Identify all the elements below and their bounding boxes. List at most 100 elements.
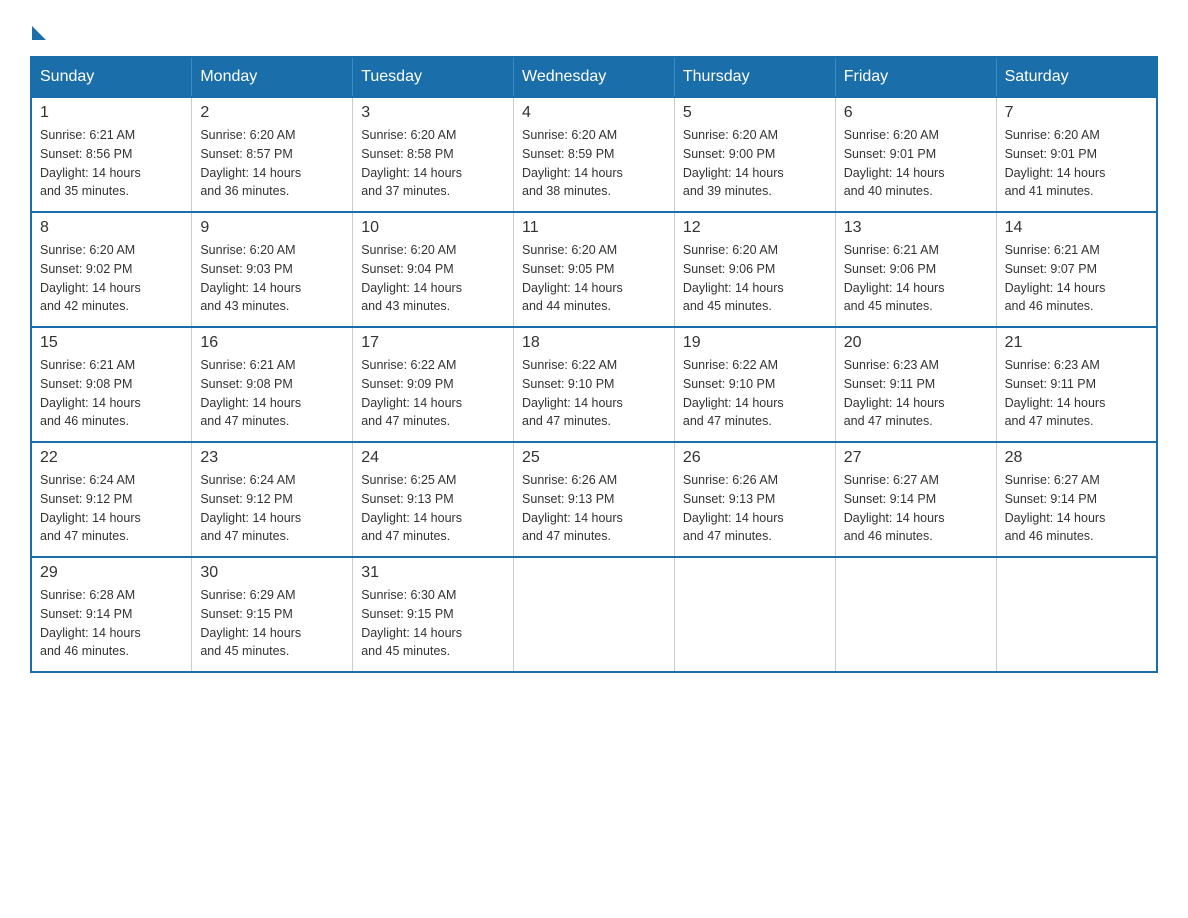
- day-info: Sunrise: 6:20 AMSunset: 9:06 PMDaylight:…: [683, 243, 784, 313]
- calendar-cell: 8 Sunrise: 6:20 AMSunset: 9:02 PMDayligh…: [31, 212, 192, 327]
- calendar-cell: [996, 557, 1157, 672]
- day-info: Sunrise: 6:26 AMSunset: 9:13 PMDaylight:…: [683, 473, 784, 543]
- calendar-cell: 19 Sunrise: 6:22 AMSunset: 9:10 PMDaylig…: [674, 327, 835, 442]
- calendar-cell: 30 Sunrise: 6:29 AMSunset: 9:15 PMDaylig…: [192, 557, 353, 672]
- calendar-week-row: 22 Sunrise: 6:24 AMSunset: 9:12 PMDaylig…: [31, 442, 1157, 557]
- day-info: Sunrise: 6:20 AMSunset: 9:01 PMDaylight:…: [844, 128, 945, 198]
- day-info: Sunrise: 6:28 AMSunset: 9:14 PMDaylight:…: [40, 588, 141, 658]
- day-number: 2: [200, 104, 344, 122]
- day-number: 4: [522, 104, 666, 122]
- day-info: Sunrise: 6:21 AMSunset: 8:56 PMDaylight:…: [40, 128, 141, 198]
- calendar-cell: 16 Sunrise: 6:21 AMSunset: 9:08 PMDaylig…: [192, 327, 353, 442]
- calendar-cell: 26 Sunrise: 6:26 AMSunset: 9:13 PMDaylig…: [674, 442, 835, 557]
- day-info: Sunrise: 6:20 AMSunset: 9:05 PMDaylight:…: [522, 243, 623, 313]
- day-number: 6: [844, 104, 988, 122]
- day-info: Sunrise: 6:20 AMSunset: 9:02 PMDaylight:…: [40, 243, 141, 313]
- calendar-cell: 18 Sunrise: 6:22 AMSunset: 9:10 PMDaylig…: [514, 327, 675, 442]
- day-number: 23: [200, 449, 344, 467]
- calendar-cell: 23 Sunrise: 6:24 AMSunset: 9:12 PMDaylig…: [192, 442, 353, 557]
- calendar-cell: 3 Sunrise: 6:20 AMSunset: 8:58 PMDayligh…: [353, 97, 514, 212]
- calendar-table: SundayMondayTuesdayWednesdayThursdayFrid…: [30, 56, 1158, 673]
- calendar-cell: 24 Sunrise: 6:25 AMSunset: 9:13 PMDaylig…: [353, 442, 514, 557]
- day-info: Sunrise: 6:22 AMSunset: 9:10 PMDaylight:…: [683, 358, 784, 428]
- day-header-friday: Friday: [835, 57, 996, 97]
- calendar-cell: 27 Sunrise: 6:27 AMSunset: 9:14 PMDaylig…: [835, 442, 996, 557]
- calendar-cell: 28 Sunrise: 6:27 AMSunset: 9:14 PMDaylig…: [996, 442, 1157, 557]
- day-number: 28: [1005, 449, 1148, 467]
- day-info: Sunrise: 6:20 AMSunset: 9:00 PMDaylight:…: [683, 128, 784, 198]
- day-number: 20: [844, 334, 988, 352]
- day-number: 1: [40, 104, 183, 122]
- day-number: 21: [1005, 334, 1148, 352]
- day-number: 14: [1005, 219, 1148, 237]
- calendar-cell: 11 Sunrise: 6:20 AMSunset: 9:05 PMDaylig…: [514, 212, 675, 327]
- calendar-cell: [835, 557, 996, 672]
- calendar-cell: 10 Sunrise: 6:20 AMSunset: 9:04 PMDaylig…: [353, 212, 514, 327]
- day-info: Sunrise: 6:21 AMSunset: 9:07 PMDaylight:…: [1005, 243, 1106, 313]
- day-number: 9: [200, 219, 344, 237]
- calendar-cell: 17 Sunrise: 6:22 AMSunset: 9:09 PMDaylig…: [353, 327, 514, 442]
- calendar-cell: 9 Sunrise: 6:20 AMSunset: 9:03 PMDayligh…: [192, 212, 353, 327]
- day-info: Sunrise: 6:20 AMSunset: 8:59 PMDaylight:…: [522, 128, 623, 198]
- day-number: 16: [200, 334, 344, 352]
- calendar-header-row: SundayMondayTuesdayWednesdayThursdayFrid…: [31, 57, 1157, 97]
- day-info: Sunrise: 6:29 AMSunset: 9:15 PMDaylight:…: [200, 588, 301, 658]
- day-number: 26: [683, 449, 827, 467]
- page-header: [30, 20, 1158, 36]
- day-number: 7: [1005, 104, 1148, 122]
- day-number: 15: [40, 334, 183, 352]
- day-info: Sunrise: 6:20 AMSunset: 9:01 PMDaylight:…: [1005, 128, 1106, 198]
- day-number: 10: [361, 219, 505, 237]
- calendar-cell: 25 Sunrise: 6:26 AMSunset: 9:13 PMDaylig…: [514, 442, 675, 557]
- day-info: Sunrise: 6:21 AMSunset: 9:08 PMDaylight:…: [200, 358, 301, 428]
- day-info: Sunrise: 6:21 AMSunset: 9:06 PMDaylight:…: [844, 243, 945, 313]
- day-number: 12: [683, 219, 827, 237]
- calendar-week-row: 8 Sunrise: 6:20 AMSunset: 9:02 PMDayligh…: [31, 212, 1157, 327]
- calendar-cell: 6 Sunrise: 6:20 AMSunset: 9:01 PMDayligh…: [835, 97, 996, 212]
- calendar-cell: 15 Sunrise: 6:21 AMSunset: 9:08 PMDaylig…: [31, 327, 192, 442]
- calendar-cell: 4 Sunrise: 6:20 AMSunset: 8:59 PMDayligh…: [514, 97, 675, 212]
- day-header-sunday: Sunday: [31, 57, 192, 97]
- day-info: Sunrise: 6:24 AMSunset: 9:12 PMDaylight:…: [200, 473, 301, 543]
- day-number: 29: [40, 564, 183, 582]
- day-header-monday: Monday: [192, 57, 353, 97]
- day-info: Sunrise: 6:20 AMSunset: 9:03 PMDaylight:…: [200, 243, 301, 313]
- calendar-cell: [514, 557, 675, 672]
- calendar-cell: 7 Sunrise: 6:20 AMSunset: 9:01 PMDayligh…: [996, 97, 1157, 212]
- day-number: 3: [361, 104, 505, 122]
- day-number: 8: [40, 219, 183, 237]
- day-number: 13: [844, 219, 988, 237]
- day-info: Sunrise: 6:26 AMSunset: 9:13 PMDaylight:…: [522, 473, 623, 543]
- day-number: 18: [522, 334, 666, 352]
- day-info: Sunrise: 6:27 AMSunset: 9:14 PMDaylight:…: [1005, 473, 1106, 543]
- day-info: Sunrise: 6:20 AMSunset: 8:58 PMDaylight:…: [361, 128, 462, 198]
- day-number: 31: [361, 564, 505, 582]
- calendar-cell: 21 Sunrise: 6:23 AMSunset: 9:11 PMDaylig…: [996, 327, 1157, 442]
- calendar-week-row: 1 Sunrise: 6:21 AMSunset: 8:56 PMDayligh…: [31, 97, 1157, 212]
- day-info: Sunrise: 6:23 AMSunset: 9:11 PMDaylight:…: [1005, 358, 1106, 428]
- calendar-cell: 5 Sunrise: 6:20 AMSunset: 9:00 PMDayligh…: [674, 97, 835, 212]
- day-info: Sunrise: 6:30 AMSunset: 9:15 PMDaylight:…: [361, 588, 462, 658]
- day-header-tuesday: Tuesday: [353, 57, 514, 97]
- day-info: Sunrise: 6:24 AMSunset: 9:12 PMDaylight:…: [40, 473, 141, 543]
- day-number: 25: [522, 449, 666, 467]
- day-number: 11: [522, 219, 666, 237]
- day-header-thursday: Thursday: [674, 57, 835, 97]
- day-info: Sunrise: 6:22 AMSunset: 9:09 PMDaylight:…: [361, 358, 462, 428]
- calendar-cell: 12 Sunrise: 6:20 AMSunset: 9:06 PMDaylig…: [674, 212, 835, 327]
- calendar-cell: 14 Sunrise: 6:21 AMSunset: 9:07 PMDaylig…: [996, 212, 1157, 327]
- calendar-cell: 22 Sunrise: 6:24 AMSunset: 9:12 PMDaylig…: [31, 442, 192, 557]
- calendar-cell: 2 Sunrise: 6:20 AMSunset: 8:57 PMDayligh…: [192, 97, 353, 212]
- day-number: 27: [844, 449, 988, 467]
- day-number: 5: [683, 104, 827, 122]
- calendar-week-row: 29 Sunrise: 6:28 AMSunset: 9:14 PMDaylig…: [31, 557, 1157, 672]
- calendar-cell: 13 Sunrise: 6:21 AMSunset: 9:06 PMDaylig…: [835, 212, 996, 327]
- day-number: 22: [40, 449, 183, 467]
- day-number: 19: [683, 334, 827, 352]
- day-info: Sunrise: 6:27 AMSunset: 9:14 PMDaylight:…: [844, 473, 945, 543]
- day-number: 24: [361, 449, 505, 467]
- day-header-wednesday: Wednesday: [514, 57, 675, 97]
- day-number: 30: [200, 564, 344, 582]
- calendar-cell: 20 Sunrise: 6:23 AMSunset: 9:11 PMDaylig…: [835, 327, 996, 442]
- logo: [30, 20, 46, 36]
